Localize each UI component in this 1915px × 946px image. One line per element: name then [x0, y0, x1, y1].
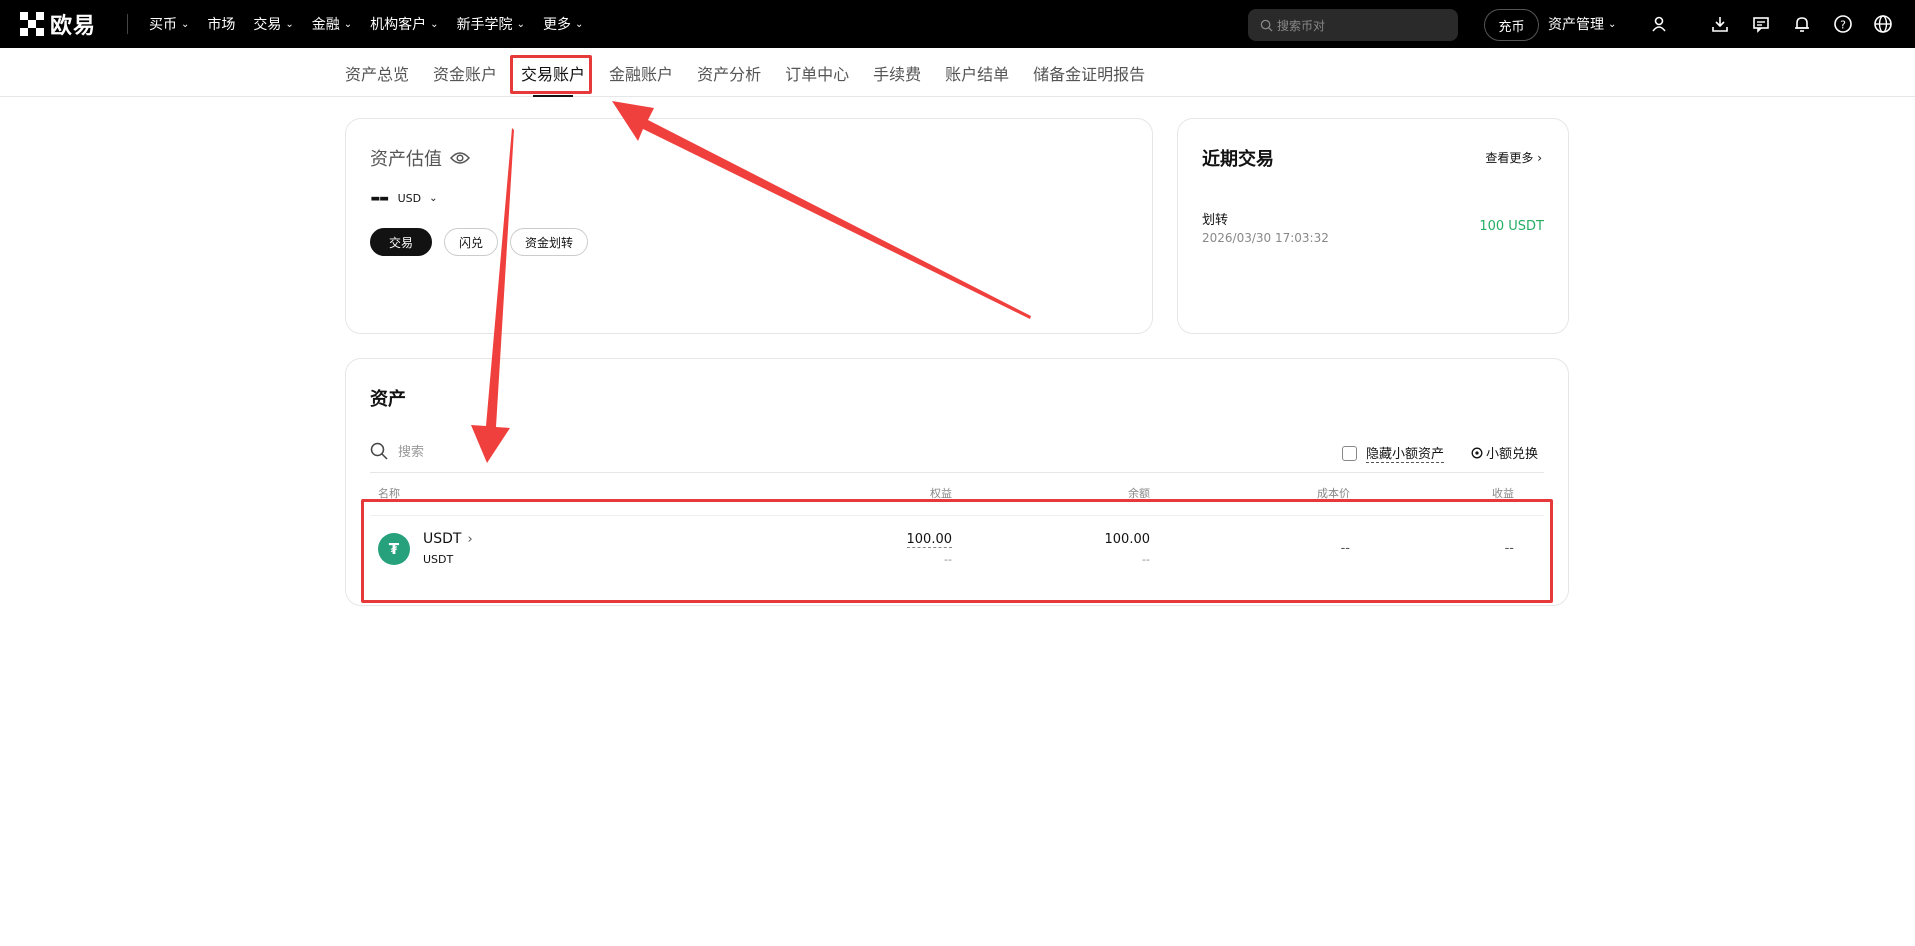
annotation-arrows [471, 101, 1031, 463]
annotation-arrow-to-tab [612, 101, 1031, 319]
annotation-arrow-to-row [471, 128, 514, 463]
